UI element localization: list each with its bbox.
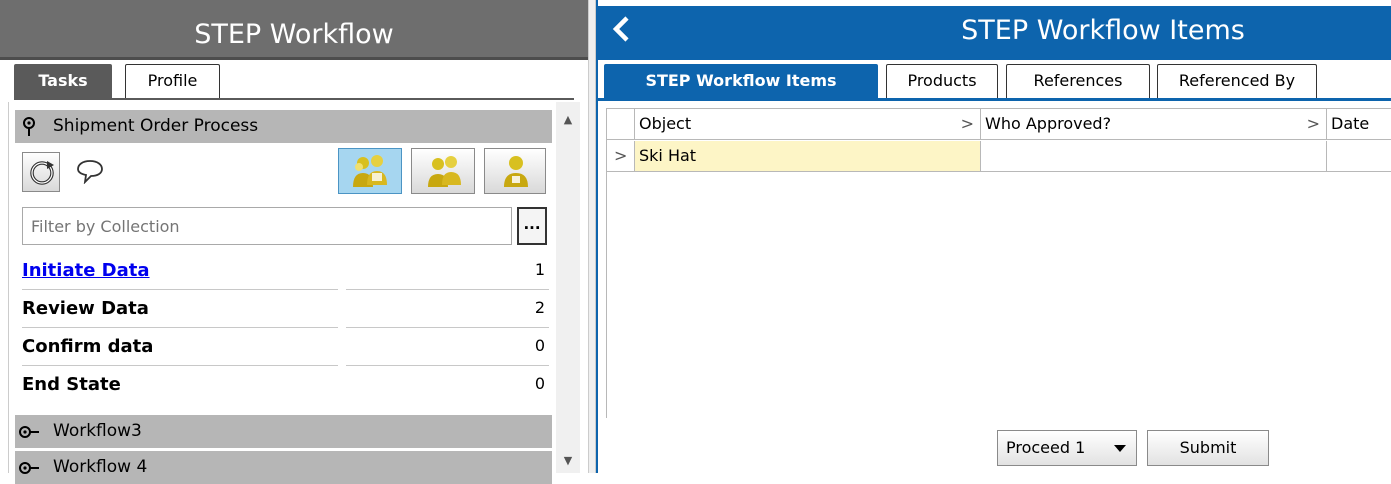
cell-date[interactable]	[1327, 141, 1391, 171]
scrollbar[interactable]	[556, 102, 580, 473]
filter-collection-input[interactable]	[22, 207, 512, 245]
table-row[interactable]: > Ski Hat	[607, 141, 1391, 172]
back-chevron-icon[interactable]	[610, 14, 634, 44]
column-header-date[interactable]: Date	[1327, 109, 1391, 139]
column-header-label: Date	[1331, 114, 1370, 133]
group-label-shipment-order-process: Shipment Order Process	[53, 116, 259, 136]
state-row-review-data[interactable]: Review Data 2	[22, 290, 549, 328]
refresh-icon	[30, 161, 54, 185]
tab-step-workflow-items[interactable]: STEP Workflow Items	[604, 64, 878, 98]
state-row-initiate-data[interactable]: Initiate Data 1	[22, 252, 549, 290]
tab-references[interactable]: References	[1006, 64, 1150, 98]
state-label[interactable]: End State	[22, 374, 121, 395]
workflow-panel: STEP Workflow Tasks Profile Shipment Ord…	[0, 0, 588, 484]
tab-products[interactable]: Products	[886, 64, 998, 98]
column-header-object[interactable]: Object >	[635, 109, 981, 139]
tab-profile[interactable]: Profile	[125, 64, 220, 100]
single-user-button[interactable]	[484, 148, 546, 194]
column-header-label: Object	[639, 114, 692, 133]
submit-button[interactable]: Submit	[1147, 430, 1269, 466]
group-users-button[interactable]	[338, 148, 402, 194]
cell-who-approved[interactable]	[981, 141, 1327, 171]
pin-icon[interactable]	[18, 116, 40, 138]
tab-referenced-by[interactable]: Referenced By	[1157, 64, 1317, 98]
column-menu-icon[interactable]: >	[961, 109, 974, 139]
scroll-up-icon[interactable]: ▲	[556, 108, 580, 132]
grid-header: Object > Who Approved? > Date	[607, 108, 1391, 140]
tab-tasks[interactable]: Tasks	[14, 64, 112, 100]
group-users-icon	[353, 155, 387, 187]
cell-object[interactable]: Ski Hat	[635, 141, 981, 171]
column-header-indicator	[607, 109, 635, 139]
group-label-workflow3: Workflow3	[53, 421, 142, 441]
pin-collapsed-icon[interactable]	[18, 458, 40, 480]
state-label[interactable]: Initiate Data	[22, 260, 150, 281]
state-count: 2	[534, 298, 545, 317]
tab-underline	[14, 98, 574, 100]
state-label[interactable]: Review Data	[22, 298, 149, 319]
proceed-dropdown-label: Proceed 1	[1006, 438, 1086, 457]
row-expand-icon[interactable]: >	[607, 141, 635, 171]
state-count: 0	[534, 374, 545, 393]
multiple-users-button[interactable]	[411, 148, 475, 194]
refresh-button[interactable]	[22, 152, 60, 192]
scroll-down-icon[interactable]: ▼	[556, 449, 580, 473]
pin-collapsed-icon[interactable]	[18, 422, 40, 444]
workflow-items-panel: STEP Workflow Items STEP Workflow Items …	[596, 0, 1391, 473]
single-user-icon	[504, 156, 528, 187]
state-count: 0	[534, 336, 545, 355]
state-row-end-state[interactable]: End State 0	[22, 366, 549, 404]
workflow-panel-title: STEP Workflow	[194, 19, 394, 50]
column-header-label: Who Approved?	[985, 114, 1112, 133]
tab-underline	[598, 98, 1391, 101]
column-header-who-approved[interactable]: Who Approved? >	[981, 109, 1327, 139]
proceed-dropdown[interactable]: Proceed 1	[997, 430, 1137, 466]
state-count: 1	[534, 260, 545, 279]
comment-icon[interactable]	[76, 158, 104, 184]
multiple-users-icon	[428, 156, 461, 187]
column-menu-icon[interactable]: >	[1307, 109, 1320, 139]
group-label-workflow-4: Workflow 4	[53, 457, 148, 477]
panel-splitter[interactable]	[588, 0, 596, 473]
chevron-down-icon	[1114, 445, 1126, 452]
items-grid: Object > Who Approved? > Date > Ski Hat	[606, 108, 1391, 418]
state-row-confirm-data[interactable]: Confirm data 0	[22, 328, 549, 366]
state-label[interactable]: Confirm data	[22, 336, 153, 357]
workflow-items-title: STEP Workflow Items	[961, 15, 1245, 46]
filter-browse-button[interactable]: ...	[517, 207, 547, 245]
